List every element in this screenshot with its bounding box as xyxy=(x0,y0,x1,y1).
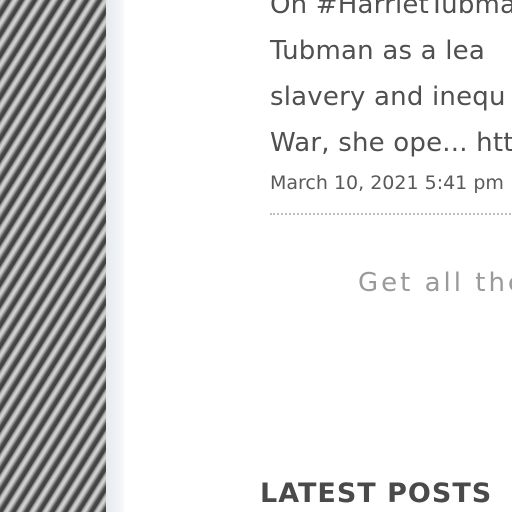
tweet-text: On #HarrietTubman Tubman as a lea slaver… xyxy=(270,0,512,166)
tweet-line-4[interactable]: War, she ope... htt xyxy=(270,120,512,166)
tweet-line-1: On #HarrietTubman xyxy=(270,0,512,20)
left-edge-strip xyxy=(106,0,124,512)
latest-posts-heading: LATEST POSTS xyxy=(260,478,493,509)
tweet-line-3: slavery and inequ xyxy=(270,82,506,112)
tweet-date-link[interactable]: March 10, 2021 5:41 pm xyxy=(270,172,504,194)
tweet-line-2: Tubman as a lea xyxy=(270,36,486,66)
newsletter-cta-text: Get all the xyxy=(358,268,512,298)
dotted-divider xyxy=(270,213,512,215)
striped-background-image xyxy=(0,0,106,512)
